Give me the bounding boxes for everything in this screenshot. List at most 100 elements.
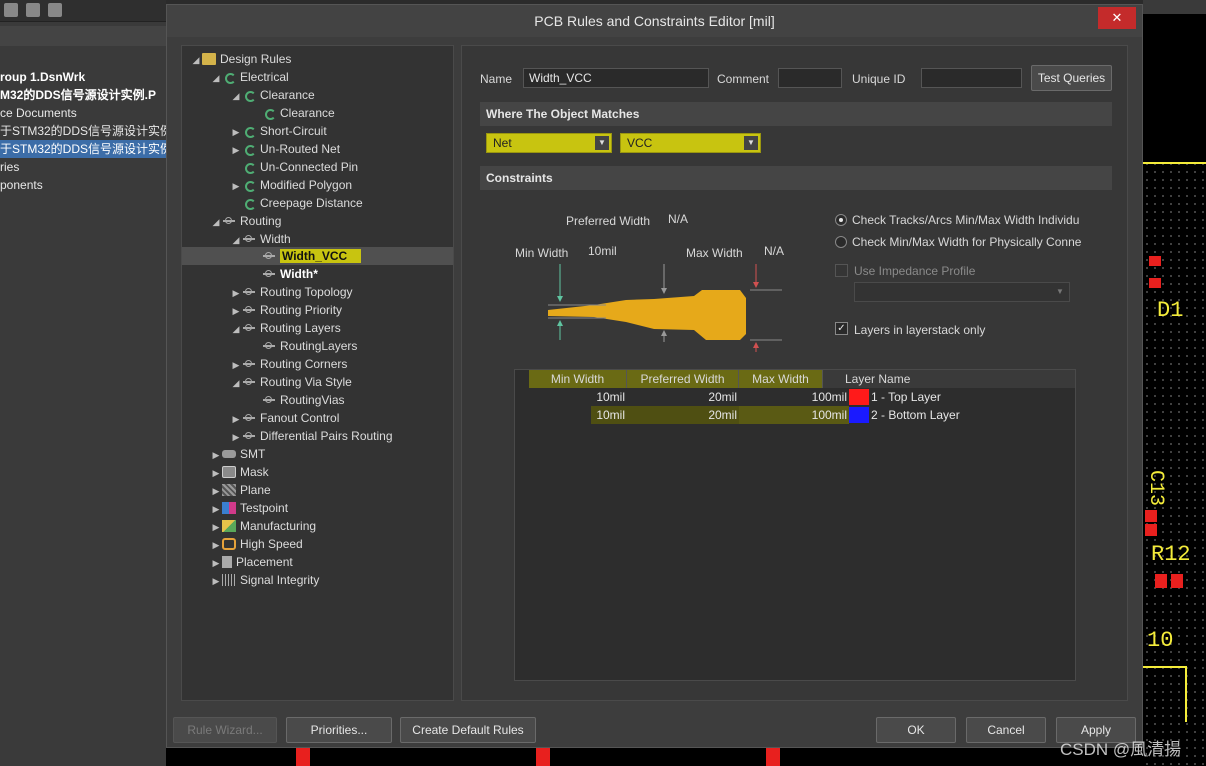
dialog-titlebar[interactable]: PCB Rules and Constraints Editor [mil] ✕ xyxy=(167,5,1142,37)
preferred-width-value[interactable]: N/A xyxy=(668,212,688,226)
tree-item[interactable]: Clearance xyxy=(250,104,335,122)
tree-item[interactable]: ▶ Short-Circuit xyxy=(230,122,327,140)
expand-icon[interactable]: ▶ xyxy=(210,554,222,572)
check-physical-radio[interactable] xyxy=(835,236,847,248)
tree-item[interactable]: Un-Connected Pin xyxy=(230,158,358,176)
layerstack-only-checkbox[interactable]: ✓ xyxy=(835,322,848,335)
object-type-select[interactable]: Net ▼ xyxy=(486,133,612,153)
pref-arrow-head xyxy=(661,288,667,294)
tree-item[interactable]: ▶ Manufacturing xyxy=(210,517,317,536)
layer-name-cell[interactable]: 1 - Top Layer xyxy=(871,388,941,406)
gear-icon[interactable] xyxy=(48,3,62,17)
tree-item[interactable]: ▶ Routing Topology xyxy=(230,283,353,301)
expand-icon[interactable]: ▶ xyxy=(210,500,222,518)
expand-icon[interactable]: ▶ xyxy=(230,141,242,159)
project-item[interactable]: M32的DDS信号源设计实例.P xyxy=(0,86,166,104)
tree-item[interactable]: Width_VCC xyxy=(182,247,453,266)
name-input[interactable] xyxy=(523,68,709,88)
collapse-icon[interactable]: ◢ xyxy=(190,51,202,69)
max-width-cell[interactable]: 100mil xyxy=(739,406,849,424)
unique-id-input[interactable] xyxy=(921,68,1022,88)
tree-item[interactable]: ◢ Routing xyxy=(210,212,282,231)
expand-icon[interactable]: ▶ xyxy=(210,446,222,464)
collapse-icon[interactable]: ◢ xyxy=(230,320,242,338)
column-header-preferred-width[interactable]: Preferred Width xyxy=(627,370,739,388)
tree-item[interactable]: ◢ Design Rules xyxy=(190,50,292,69)
tree-item[interactable]: ▶ Routing Corners xyxy=(230,355,348,374)
toolbar-icon[interactable] xyxy=(26,3,40,17)
priorities-button[interactable]: Priorities... xyxy=(286,717,392,743)
expand-icon[interactable]: ▶ xyxy=(210,572,222,590)
preferred-width-cell[interactable]: 20mil xyxy=(627,388,739,406)
tree-item[interactable]: Width* xyxy=(250,265,318,283)
tree-item[interactable]: ▶ Fanout Control xyxy=(230,409,340,428)
tree-item[interactable]: ▶ SMT xyxy=(210,445,266,464)
project-item[interactable]: roup 1.DsnWrk xyxy=(0,68,166,86)
expand-icon[interactable]: ▶ xyxy=(230,177,242,195)
expand-icon[interactable]: ▶ xyxy=(210,518,222,536)
tree-item[interactable]: ▶ Differential Pairs Routing xyxy=(230,427,393,445)
tree-item[interactable]: ▶ Un-Routed Net xyxy=(230,140,340,158)
expand-icon[interactable]: ▶ xyxy=(230,302,242,320)
project-item[interactable]: ponents xyxy=(0,176,166,194)
create-default-rules-button[interactable]: Create Default Rules xyxy=(400,717,536,743)
ok-button[interactable]: OK xyxy=(876,717,956,743)
max-width-cell[interactable]: 100mil xyxy=(739,388,849,406)
toolbar-icon[interactable] xyxy=(4,3,18,17)
expand-icon[interactable]: ▶ xyxy=(230,428,242,446)
min-width-cell[interactable]: 10mil xyxy=(591,406,627,424)
layer-name-cell[interactable]: 2 - Bottom Layer xyxy=(871,406,960,424)
testpoint-icon xyxy=(222,501,236,514)
check-individual-radio[interactable] xyxy=(835,214,847,226)
project-item[interactable]: 于STM32的DDS信号源设计实例 xyxy=(0,122,166,140)
project-item[interactable]: ries xyxy=(0,158,166,176)
project-item[interactable]: ce Documents xyxy=(0,104,166,122)
collapse-icon[interactable]: ◢ xyxy=(210,69,222,87)
column-header-max-width[interactable]: Max Width xyxy=(739,370,823,388)
project-item[interactable]: 于STM32的DDS信号源设计实例 xyxy=(0,140,166,158)
min-width-cell[interactable]: 10mil xyxy=(529,388,627,406)
expand-icon[interactable]: ▶ xyxy=(230,284,242,302)
tree-item[interactable]: ▶ Mask xyxy=(210,463,269,481)
tree-item[interactable]: RoutingLayers xyxy=(250,337,357,355)
layer-width-table: Min Width Preferred Width Max Width Laye… xyxy=(514,369,1076,681)
rule-wizard-button[interactable]: Rule Wizard... xyxy=(173,717,277,743)
expand-icon[interactable]: ▶ xyxy=(210,464,222,482)
tree-item[interactable]: ▶ Placement xyxy=(210,553,293,571)
tree-item[interactable]: ▶ Plane xyxy=(210,481,271,499)
expand-icon[interactable]: ▶ xyxy=(230,123,242,141)
cancel-button[interactable]: Cancel xyxy=(966,717,1046,743)
tree-item[interactable]: ◢ Electrical xyxy=(210,68,289,86)
close-button[interactable]: ✕ xyxy=(1098,7,1136,29)
net-select[interactable]: VCC ▼ xyxy=(620,133,761,153)
collapse-icon[interactable]: ◢ xyxy=(230,374,242,392)
column-header-min-width[interactable]: Min Width xyxy=(529,370,627,388)
column-header-layer-name[interactable]: Layer Name xyxy=(823,370,1075,388)
expand-icon[interactable]: ▶ xyxy=(230,356,242,374)
collapse-icon[interactable]: ◢ xyxy=(210,213,222,231)
expand-icon[interactable]: ▶ xyxy=(230,410,242,428)
tree-item[interactable]: ◢ Routing Layers xyxy=(230,319,341,337)
collapse-icon[interactable]: ◢ xyxy=(230,87,242,105)
expand-icon[interactable]: ▶ xyxy=(210,536,222,554)
collapse-icon[interactable]: ◢ xyxy=(230,231,242,249)
max-width-value[interactable]: N/A xyxy=(764,244,784,258)
expand-icon[interactable]: ▶ xyxy=(210,482,222,500)
tree-item-label: Width* xyxy=(280,267,318,282)
tree-item[interactable]: ▶ Routing Priority xyxy=(230,301,343,320)
min-width-value[interactable]: 10mil xyxy=(588,244,617,258)
tree-item[interactable]: Creepage Distance xyxy=(230,194,363,212)
tree-item[interactable]: ▶ Testpoint xyxy=(210,499,289,518)
use-impedance-checkbox[interactable] xyxy=(835,264,848,277)
preferred-width-cell[interactable]: 20mil xyxy=(627,406,739,424)
tree-item[interactable]: RoutingVias xyxy=(250,391,345,409)
impedance-profile-select[interactable]: ▼ xyxy=(854,282,1070,302)
tree-item[interactable]: ▶ High Speed xyxy=(210,535,303,553)
test-queries-button[interactable]: Test Queries xyxy=(1031,65,1112,91)
tree-item[interactable]: ◢ Routing Via Style xyxy=(230,373,352,391)
tree-item[interactable]: ▶ Modified Polygon xyxy=(230,176,352,194)
tree-item[interactable]: ◢ Clearance xyxy=(230,86,315,104)
tree-item[interactable]: ▶ Signal Integrity xyxy=(210,571,320,590)
tree-item[interactable]: ◢ Width xyxy=(230,230,291,248)
comment-input[interactable] xyxy=(778,68,842,88)
